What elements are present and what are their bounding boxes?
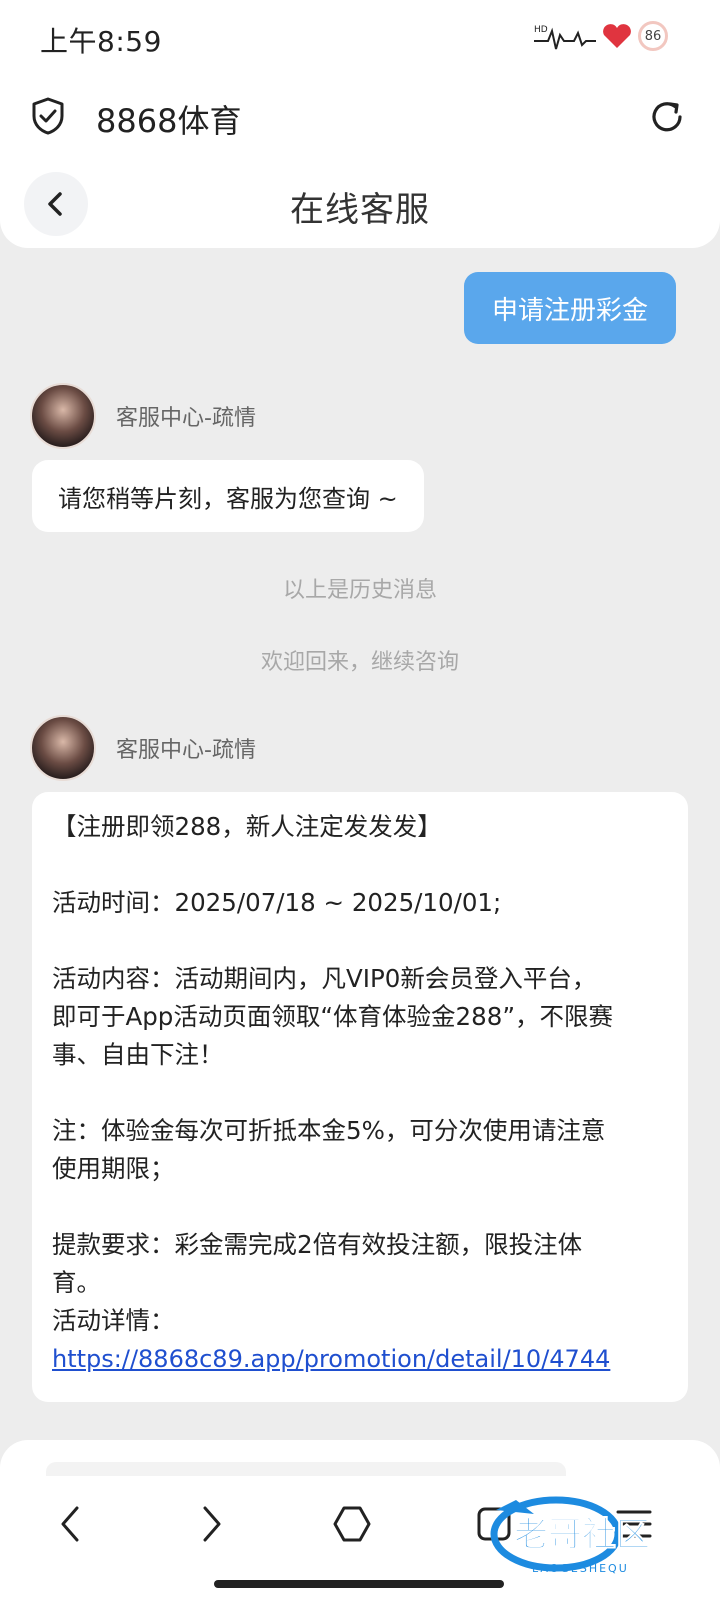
promo-details-link[interactable]: https://8868c89.app/promotion/detail/10/… <box>52 1345 610 1373</box>
status-icons: HD 86 <box>534 18 668 54</box>
user-message-bubble: 申请注册彩金 <box>463 272 676 344</box>
agent-header: 客服中心-疏情 <box>30 714 256 782</box>
watermark-logo: 老哥社区 LAOGESHEQU <box>490 1496 651 1575</box>
forward-arrow-icon <box>203 1506 221 1542</box>
page-title: 在线客服 <box>290 190 430 230</box>
shield-check-icon[interactable] <box>28 96 68 136</box>
nav-back-button[interactable] <box>40 1494 100 1554</box>
agent-header: 客服中心-疏情 <box>30 382 256 450</box>
nav-home-button[interactable] <box>322 1494 382 1554</box>
promo-details-label: 活动详情： <box>52 1306 175 1335</box>
agent-name: 客服中心-疏情 <box>116 406 256 431</box>
home-indicator[interactable] <box>214 1580 504 1588</box>
home-icon <box>333 1506 371 1542</box>
promo-note-line: 注：体验金每次可折抵本金5%，可分次使用请注意 <box>52 1116 606 1145</box>
hd-signal-icon: HD <box>534 25 596 50</box>
agent-message-bubble: 请您稍等片刻，客服为您查询 ~ <box>32 460 424 532</box>
watermark-subtext: LAOGESHEQU <box>532 1562 629 1575</box>
heart-icon <box>603 24 631 48</box>
agent-name: 客服中心-疏情 <box>116 738 256 763</box>
promo-headline: 【注册即领288，新人注定发发发】 <box>52 812 442 841</box>
chat-header: 在线客服 <box>0 158 720 248</box>
promo-note-line: 使用期限； <box>52 1154 175 1183</box>
promo-content-line: 事、自由下注！ <box>52 1040 224 1069</box>
promo-withdraw-line: 提款要求：彩金需完成2倍有效投注额，限投注体 <box>52 1230 583 1259</box>
input-area-edge <box>46 1462 566 1476</box>
watermark-text: 老哥社区 <box>514 1515 650 1555</box>
browser-url-bar: 8868体育 <box>0 78 720 158</box>
promo-withdraw-line: 育。 <box>52 1268 101 1297</box>
promo-content-line: 活动内容：活动期间内，凡VIP0新会员登入平台， <box>52 964 597 993</box>
battery-icon: 86 <box>638 21 668 51</box>
nav-forward-button[interactable] <box>182 1494 242 1554</box>
site-title[interactable]: 8868体育 <box>96 96 241 142</box>
avatar[interactable] <box>30 383 96 449</box>
avatar[interactable] <box>30 715 96 781</box>
welcome-note: 欢迎回来，继续咨询 <box>260 650 459 675</box>
back-arrow-icon <box>61 1506 79 1542</box>
history-note: 以上是历史消息 <box>282 578 437 603</box>
promo-message-bubble: 【注册即领288，新人注定发发发】 活动时间：2025/07/18 ~ 2025… <box>32 792 688 1402</box>
reload-icon[interactable] <box>646 96 688 138</box>
promo-content-line: 即可于App活动页面领取“体育体验金288”，不限赛 <box>52 1002 614 1031</box>
promo-time: 活动时间：2025/07/18 ~ 2025/10/01; <box>52 888 502 917</box>
svg-text:HD: HD <box>534 25 548 35</box>
status-time: 上午8:59 <box>40 25 162 58</box>
status-bar: 上午8:59 HD 86 <box>0 0 720 78</box>
